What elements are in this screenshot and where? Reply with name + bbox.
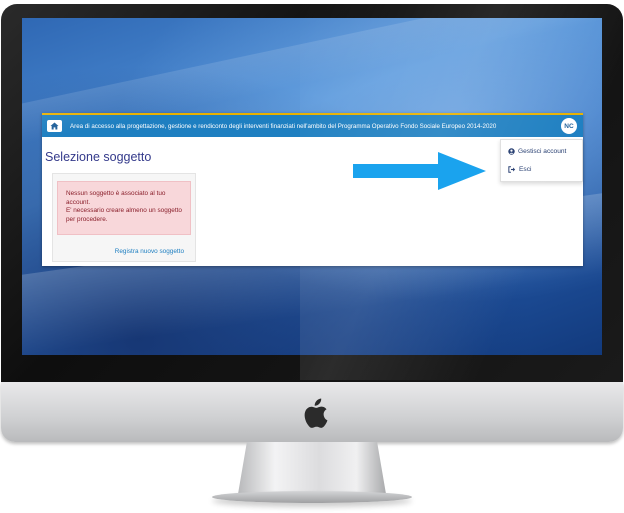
monitor-stand-base xyxy=(212,491,412,503)
user-avatar-button[interactable]: NC xyxy=(561,118,577,134)
apple-logo-icon xyxy=(304,398,328,428)
menu-item-logout[interactable]: Esci xyxy=(508,166,531,173)
pointer-arrow-annotation xyxy=(353,152,486,190)
sign-out-icon xyxy=(508,166,516,173)
user-circle-icon xyxy=(508,148,515,155)
menu-item-label: Gestisci account xyxy=(518,148,567,155)
no-subject-alert: Nessun soggetto è associato al tuo accou… xyxy=(57,181,191,235)
menu-item-label: Esci xyxy=(519,166,532,173)
home-button[interactable] xyxy=(47,120,62,132)
subject-card: Nessun soggetto è associato al tuo accou… xyxy=(52,173,196,262)
alert-message-line1: Nessun soggetto è associato al tuo accou… xyxy=(66,190,166,206)
monitor-screen: Area di accesso alla progettazione, gest… xyxy=(22,18,602,355)
alert-message-line2: E' necessario creare almeno un soggetto … xyxy=(66,207,182,223)
page-title: Selezione soggetto xyxy=(45,150,152,164)
home-icon xyxy=(50,122,59,130)
monitor-stand-neck xyxy=(238,442,386,494)
web-app-window: Area di accesso alla progettazione, gest… xyxy=(42,113,583,266)
register-new-subject-link[interactable]: Registra nuovo soggetto xyxy=(115,248,184,255)
header-title: Area di accesso alla progettazione, gest… xyxy=(70,122,497,130)
user-dropdown-menu: Gestisci account Esci xyxy=(500,139,583,182)
menu-item-manage-account[interactable]: Gestisci account xyxy=(508,148,566,155)
top-navbar: Area di accesso alla progettazione, gest… xyxy=(42,113,583,137)
